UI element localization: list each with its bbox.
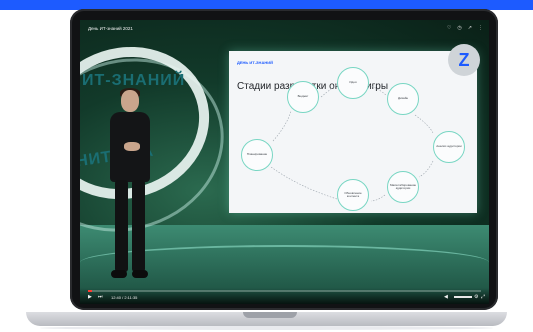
video-top-actions: ♡ ◷ ↗ ⋮ bbox=[447, 25, 483, 31]
presentation-slide: ДЕНЬ ИТ-ЗНАНИЙ Стадии разработки онлайн-… bbox=[229, 51, 477, 213]
presenter-leg-right bbox=[132, 180, 145, 272]
volume-slider[interactable] bbox=[454, 296, 472, 298]
ring-text-top: ИТ-ЗНАНИЙ bbox=[82, 72, 186, 89]
play-icon[interactable]: ▶ bbox=[88, 294, 92, 300]
laptop-notch bbox=[243, 312, 297, 318]
presenter-shoe-left bbox=[111, 270, 127, 278]
share-icon[interactable]: ↗ bbox=[468, 25, 472, 31]
presenter-shoe-right bbox=[132, 270, 148, 278]
presenter-leg-left bbox=[115, 180, 128, 272]
presenter bbox=[102, 88, 158, 295]
clock-icon[interactable]: ◷ bbox=[457, 25, 461, 31]
presenter-head bbox=[121, 90, 139, 112]
progress-bar[interactable] bbox=[88, 290, 481, 292]
brand-logo: Z bbox=[448, 44, 480, 76]
node-updates: Обновление контента bbox=[337, 179, 369, 211]
node-audience: Анализ аудитории bbox=[433, 131, 465, 163]
node-idea: Идея bbox=[337, 67, 369, 99]
node-scaling: Масштабирование аудитории bbox=[387, 171, 419, 203]
heart-icon[interactable]: ♡ bbox=[447, 25, 451, 31]
volume-icon[interactable]: ◀ bbox=[444, 294, 448, 300]
next-icon[interactable]: ⏭ bbox=[98, 294, 103, 300]
edge-design-audience bbox=[414, 114, 434, 134]
edge-planning-budget bbox=[272, 110, 292, 142]
edge-scaling-updates bbox=[370, 194, 386, 202]
edge-updates-planning bbox=[270, 166, 338, 200]
edge-idea-design bbox=[368, 84, 387, 96]
fullscreen-icon[interactable]: ⤢ bbox=[481, 294, 485, 300]
progress-fill bbox=[88, 290, 92, 292]
node-design: Дизайн bbox=[387, 83, 419, 115]
presenter-hands bbox=[124, 142, 140, 151]
edge-budget-idea bbox=[320, 84, 338, 98]
node-budget: Бюджет bbox=[287, 81, 319, 113]
page: ИТ-ЗНАНИЙ НИТ-ЗНА ДЕНЬ ИТ-ЗНАНИЙ Стадии … bbox=[0, 0, 533, 332]
settings-icon[interactable]: ⚙ bbox=[474, 294, 478, 300]
more-icon[interactable]: ⋮ bbox=[478, 25, 483, 31]
edge-audience-scaling bbox=[418, 160, 434, 178]
time-display: 12:40 / 2:11:35 bbox=[111, 295, 138, 300]
node-planning: Планирование bbox=[241, 139, 273, 171]
laptop-shadow bbox=[40, 326, 493, 330]
video-title[interactable]: День ИТ-знаний 2021 bbox=[88, 26, 133, 31]
video-player[interactable]: ИТ-ЗНАНИЙ НИТ-ЗНА ДЕНЬ ИТ-ЗНАНИЙ Стадии … bbox=[80, 20, 489, 304]
